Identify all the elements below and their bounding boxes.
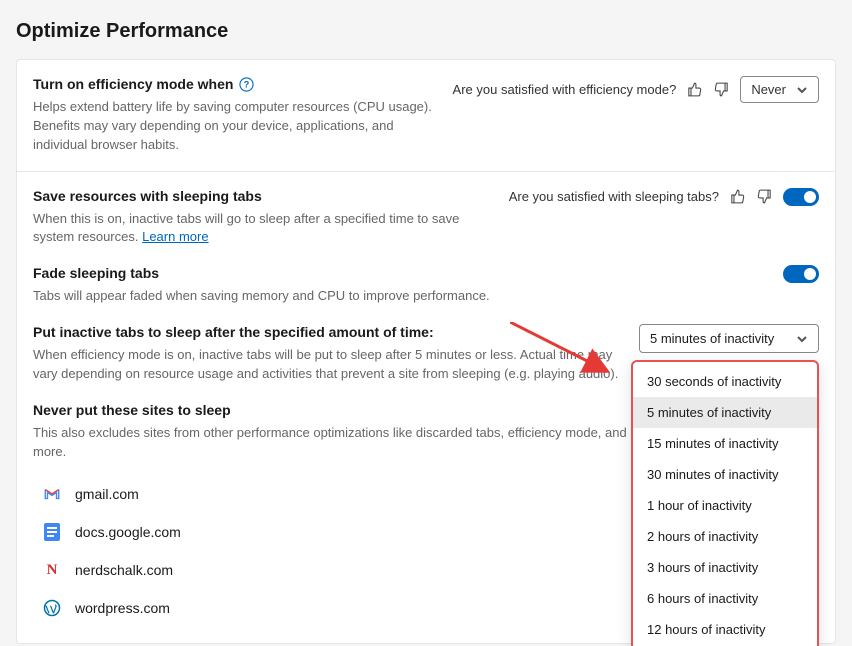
- learn-more-link[interactable]: Learn more: [142, 229, 208, 244]
- sleeping-heading: Save resources with sleeping tabs: [33, 188, 493, 204]
- sleeping-feedback: Are you satisfied with sleeping tabs?: [509, 188, 819, 206]
- efficiency-section: Turn on efficiency mode when ? Helps ext…: [17, 60, 835, 172]
- inactive-time-option[interactable]: 3 hours of inactivity: [633, 552, 817, 583]
- sleeping-settings-section: Save resources with sleeping tabs When t…: [17, 172, 835, 644]
- inactive-time-option[interactable]: 1 hour of inactivity: [633, 490, 817, 521]
- sleeping-desc: When this is on, inactive tabs will go t…: [33, 210, 493, 248]
- efficiency-heading: Turn on efficiency mode when ?: [33, 76, 437, 92]
- site-domain: nerdschalk.com: [75, 562, 173, 578]
- inactive-time-dropdown: 30 seconds of inactivity5 minutes of ina…: [631, 360, 819, 646]
- inactive-time-option[interactable]: 30 minutes of inactivity: [633, 459, 817, 490]
- thumbs-up-icon[interactable]: [686, 81, 703, 98]
- inactive-select-value: 5 minutes of inactivity: [650, 331, 774, 346]
- thumbs-up-icon[interactable]: [729, 188, 746, 205]
- inactive-time-option[interactable]: 15 minutes of inactivity: [633, 428, 817, 459]
- efficiency-heading-text: Turn on efficiency mode when: [33, 76, 233, 92]
- chevron-down-icon: [796, 84, 808, 96]
- fade-tabs-toggle[interactable]: [783, 265, 819, 283]
- efficiency-select-value: Never: [751, 82, 786, 97]
- efficiency-desc: Helps extend battery life by saving comp…: [33, 98, 437, 155]
- efficiency-feedback: Are you satisfied with efficiency mode? …: [453, 76, 819, 103]
- svg-text:?: ?: [244, 79, 250, 89]
- efficiency-mode-select[interactable]: Never: [740, 76, 819, 103]
- inactive-time-select[interactable]: 5 minutes of inactivity: [639, 324, 819, 353]
- chevron-down-icon: [796, 333, 808, 345]
- page-title: Optimize Performance: [16, 0, 836, 59]
- performance-card: Turn on efficiency mode when ? Helps ext…: [16, 59, 836, 644]
- thumbs-down-icon[interactable]: [713, 81, 730, 98]
- inactive-time-option[interactable]: 2 hours of inactivity: [633, 521, 817, 552]
- gdocs-favicon: [43, 523, 61, 541]
- site-domain: gmail.com: [75, 486, 139, 502]
- wordpress-favicon: [43, 599, 61, 617]
- inactive-desc: When efficiency mode is on, inactive tab…: [33, 346, 623, 384]
- never-sleep-desc: This also excludes sites from other perf…: [33, 424, 633, 462]
- thumbs-down-icon[interactable]: [756, 188, 773, 205]
- fade-heading: Fade sleeping tabs: [33, 265, 767, 281]
- inactive-time-option[interactable]: 12 hours of inactivity: [633, 614, 817, 645]
- fade-desc: Tabs will appear faded when saving memor…: [33, 287, 633, 306]
- site-domain: docs.google.com: [75, 524, 181, 540]
- nerds-favicon: N: [43, 561, 61, 579]
- sleeping-feedback-label: Are you satisfied with sleeping tabs?: [509, 189, 719, 204]
- inactive-time-option[interactable]: 30 seconds of inactivity: [633, 366, 817, 397]
- inactive-time-option[interactable]: 5 minutes of inactivity: [633, 397, 817, 428]
- sleeping-desc-text: When this is on, inactive tabs will go t…: [33, 211, 459, 245]
- gmail-favicon: [43, 485, 61, 503]
- efficiency-feedback-label: Are you satisfied with efficiency mode?: [453, 82, 677, 97]
- site-domain: wordpress.com: [75, 600, 170, 616]
- inactive-time-option[interactable]: 6 hours of inactivity: [633, 583, 817, 614]
- inactive-heading: Put inactive tabs to sleep after the spe…: [33, 324, 623, 340]
- sleeping-tabs-toggle[interactable]: [783, 188, 819, 206]
- help-icon[interactable]: ?: [239, 77, 254, 92]
